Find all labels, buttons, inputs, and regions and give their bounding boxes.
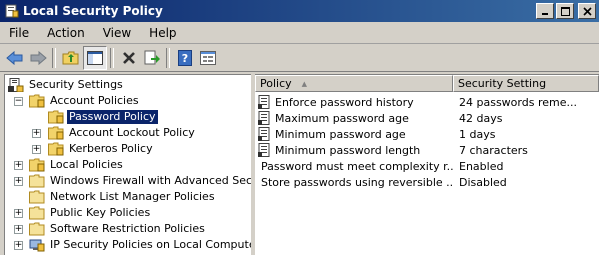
expand-icon[interactable]: + xyxy=(14,176,23,186)
show-hide-tree-button[interactable] xyxy=(83,46,107,70)
security-policy-icon xyxy=(5,4,19,18)
tree-item-password-policy[interactable]: Password Policy xyxy=(48,109,158,125)
policy-icon xyxy=(258,111,270,125)
toolbar: ? xyxy=(0,45,599,72)
properties-icon xyxy=(200,51,216,65)
list-row[interactable]: Enforce password history 24 passwords re… xyxy=(255,94,577,110)
tree-root-security-settings[interactable]: Security Settings xyxy=(8,77,125,93)
tree-item-software-restriction-policies[interactable]: + Software Restriction Policies xyxy=(14,221,207,237)
folder-icon xyxy=(29,94,45,108)
folder-icon xyxy=(29,206,45,220)
tree-item-local-policies[interactable]: + Local Policies xyxy=(14,157,125,173)
collapse-icon[interactable]: − xyxy=(14,96,23,106)
list-row[interactable]: Password must meet complexity r... Enabl… xyxy=(255,158,503,174)
delete-button[interactable] xyxy=(118,47,140,69)
tree-item-windows-firewall[interactable]: + Windows Firewall with Advanced Securit… xyxy=(14,173,251,189)
forward-icon xyxy=(30,51,47,65)
policy-icon xyxy=(258,143,270,157)
maximize-icon xyxy=(560,6,570,16)
tree-item-network-list-manager[interactable]: Network List Manager Policies xyxy=(29,189,217,205)
column-header-policy[interactable]: Policy ▲ xyxy=(255,75,453,92)
security-settings-icon xyxy=(8,78,24,92)
export-icon xyxy=(144,50,160,65)
close-icon xyxy=(582,6,592,16)
delete-icon xyxy=(123,52,135,64)
tree-item-account-lockout-policy[interactable]: + Account Lockout Policy xyxy=(32,125,197,141)
tree-item-kerberos-policy[interactable]: + Kerberos Policy xyxy=(32,141,155,157)
folder-icon xyxy=(29,158,45,172)
list-row[interactable]: Maximum password age 42 days xyxy=(255,110,502,126)
show-hide-tree-icon xyxy=(87,51,103,65)
expand-icon[interactable]: + xyxy=(14,160,23,170)
menu-bar: File Action View Help xyxy=(0,23,599,44)
tree-item-public-key-policies[interactable]: + Public Key Policies xyxy=(14,205,152,221)
folder-icon xyxy=(48,142,64,156)
up-folder-icon xyxy=(62,51,79,65)
toolbar-separator xyxy=(166,48,170,68)
help-icon: ? xyxy=(178,50,192,66)
folder-icon xyxy=(29,174,45,188)
list-header: Policy ▲ Security Setting xyxy=(255,75,599,93)
expand-icon[interactable]: + xyxy=(14,224,23,234)
expand-icon[interactable]: + xyxy=(32,144,41,154)
back-button[interactable] xyxy=(4,47,26,69)
up-one-level-button[interactable] xyxy=(60,47,82,69)
expand-icon[interactable]: + xyxy=(14,208,23,218)
list-row[interactable]: Minimum password length 7 characters xyxy=(255,142,528,158)
menu-file[interactable]: File xyxy=(0,23,38,43)
console-tree[interactable]: Security Settings − Account Policies Pas… xyxy=(4,74,252,255)
menu-view[interactable]: View xyxy=(94,23,140,43)
policy-icon xyxy=(258,127,270,141)
policy-icon xyxy=(258,95,270,109)
help-button[interactable]: ? xyxy=(174,47,196,69)
toolbar-separator xyxy=(52,48,56,68)
folder-icon xyxy=(29,222,45,236)
tree-item-ip-security-policies[interactable]: + IP Security Policies on Local Computer xyxy=(14,237,251,253)
menu-action[interactable]: Action xyxy=(38,23,94,43)
folder-icon xyxy=(29,190,45,204)
list-row[interactable]: Minimum password age 1 days xyxy=(255,126,495,142)
minimize-icon xyxy=(542,13,548,15)
title-bar[interactable]: Local Security Policy xyxy=(0,0,599,22)
results-list[interactable]: Policy ▲ Security Setting Enforce passwo… xyxy=(255,74,599,255)
minimize-button[interactable] xyxy=(536,3,554,19)
expand-icon[interactable]: + xyxy=(32,128,41,138)
column-header-security-setting[interactable]: Security Setting xyxy=(453,75,599,92)
export-list-button[interactable] xyxy=(141,47,163,69)
properties-button[interactable] xyxy=(197,47,219,69)
list-row[interactable]: Store passwords using reversible ... Dis… xyxy=(255,174,507,190)
folder-icon xyxy=(48,110,64,124)
menu-help[interactable]: Help xyxy=(140,23,185,43)
toolbar-separator xyxy=(110,48,114,68)
window-title: Local Security Policy xyxy=(23,4,163,18)
back-icon xyxy=(6,51,23,65)
forward-button[interactable] xyxy=(27,47,49,69)
ip-security-icon xyxy=(29,238,45,252)
folder-icon xyxy=(48,126,64,140)
expand-icon[interactable]: + xyxy=(14,240,23,250)
svg-text:?: ? xyxy=(182,52,188,65)
sort-ascending-icon: ▲ xyxy=(301,79,308,88)
app-window: Local Security Policy File Action View H… xyxy=(0,0,599,255)
maximize-button[interactable] xyxy=(556,3,574,19)
tree-item-account-policies[interactable]: − Account Policies xyxy=(14,93,141,109)
tree-root-label: Security Settings xyxy=(29,78,123,91)
close-button[interactable] xyxy=(578,3,596,19)
